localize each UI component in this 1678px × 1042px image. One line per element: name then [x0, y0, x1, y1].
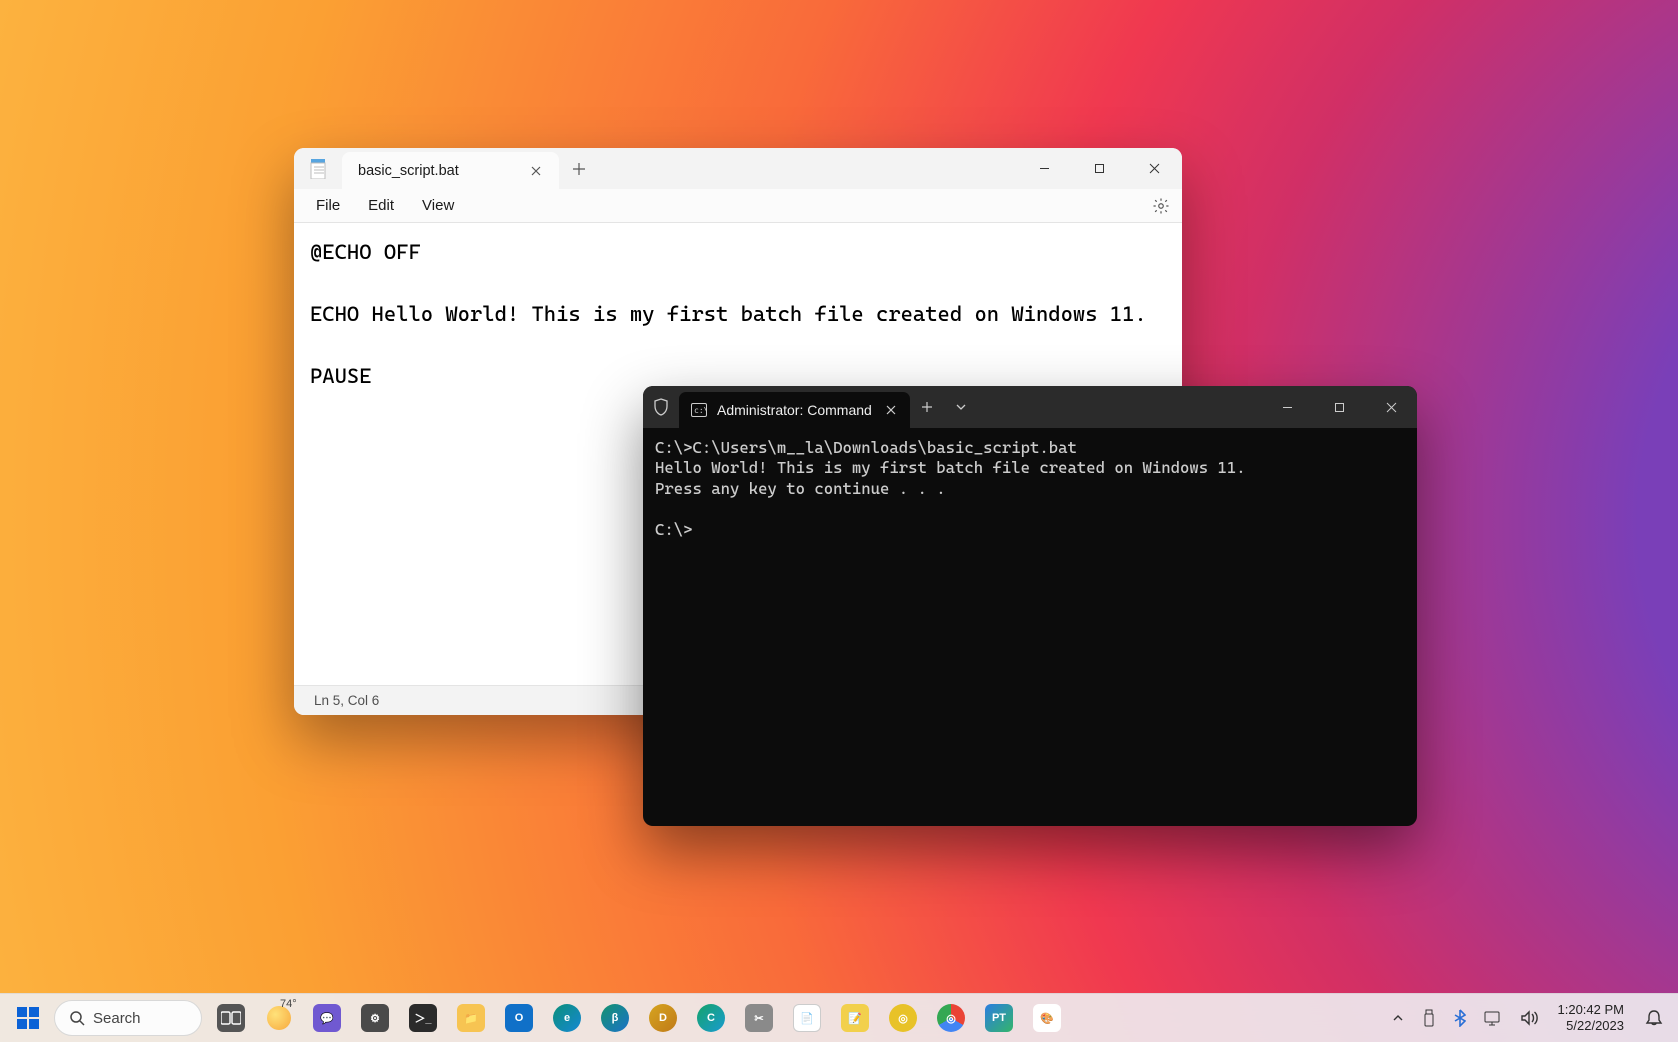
- taskbar: Search 74° 💬 ⚙ ＞_ 📁 O e β D C ✂ 📄 📝 ◎: [0, 993, 1678, 1042]
- taskbar-task-view[interactable]: [210, 997, 252, 1039]
- taskbar-app-edge-dev[interactable]: D: [642, 997, 684, 1039]
- terminal-output[interactable]: C:\>C:\Users\m__la\Downloads\basic_scrip…: [643, 428, 1417, 826]
- notepad-maximize-button[interactable]: [1072, 148, 1127, 189]
- tray-network-icon[interactable]: [1476, 998, 1510, 1038]
- taskbar-app-chrome-canary[interactable]: ◎: [882, 997, 924, 1039]
- notepad-tab-label: basic_script.bat: [358, 163, 459, 179]
- weather-temp: 74°: [280, 998, 297, 1010]
- terminal-titlebar[interactable]: c:\ Administrator: Command Pro: [643, 386, 1417, 428]
- terminal-tab-close-icon[interactable]: [882, 401, 900, 419]
- tray-usb-icon[interactable]: [1414, 998, 1444, 1038]
- taskbar-app-explorer[interactable]: 📁: [450, 997, 492, 1039]
- notepad-app-icon: [294, 148, 342, 189]
- tray-date: 5/22/2023: [1566, 1018, 1624, 1034]
- notepad-new-tab-button[interactable]: [559, 148, 599, 189]
- taskbar-app-sticky-notes[interactable]: 📝: [834, 997, 876, 1039]
- taskbar-pinned-apps: 74° 💬 ⚙ ＞_ 📁 O e β D C ✂ 📄 📝 ◎ ◎ PT 🎨: [210, 997, 1068, 1039]
- taskbar-app-settings[interactable]: ⚙: [354, 997, 396, 1039]
- tray-clock[interactable]: 1:20:42 PM 5/22/2023: [1548, 1002, 1635, 1034]
- tray-bluetooth-icon[interactable]: [1446, 998, 1474, 1038]
- notepad-tab[interactable]: basic_script.bat: [342, 152, 559, 189]
- taskbar-app-outlook[interactable]: O: [498, 997, 540, 1039]
- taskbar-app-notepad[interactable]: 📄: [786, 997, 828, 1039]
- taskbar-app-edge[interactable]: e: [546, 997, 588, 1039]
- tray-notifications-button[interactable]: [1636, 1009, 1672, 1027]
- taskbar-app-snipping[interactable]: ✂: [738, 997, 780, 1039]
- settings-icon[interactable]: [1150, 195, 1172, 217]
- notepad-cursor-position: Ln 5, Col 6: [314, 693, 379, 708]
- cmd-icon: c:\: [691, 402, 707, 418]
- terminal-close-button[interactable]: [1365, 386, 1417, 428]
- taskbar-app-edge-canary[interactable]: C: [690, 997, 732, 1039]
- system-tray: 1:20:42 PM 5/22/2023: [1384, 998, 1678, 1038]
- taskbar-app-edge-beta[interactable]: β: [594, 997, 636, 1039]
- terminal-tab-label: Administrator: Command Pro: [717, 402, 872, 418]
- desktop: basic_script.bat File Edit View @ECHO OF…: [0, 0, 1678, 1042]
- taskbar-app-chrome[interactable]: ◎: [930, 997, 972, 1039]
- taskbar-app-powertoys[interactable]: PT: [978, 997, 1020, 1039]
- notepad-tab-close-icon[interactable]: [527, 162, 545, 180]
- terminal-dropdown-button[interactable]: [944, 386, 978, 428]
- taskbar-app-chat[interactable]: 💬: [306, 997, 348, 1039]
- notepad-menubar: File Edit View: [294, 189, 1182, 223]
- notepad-titlebar[interactable]: basic_script.bat: [294, 148, 1182, 189]
- tray-overflow-button[interactable]: [1384, 998, 1412, 1038]
- taskbar-search-placeholder: Search: [93, 1010, 141, 1027]
- notepad-close-button[interactable]: [1127, 148, 1182, 189]
- search-icon: [69, 1010, 85, 1026]
- svg-text:c:\: c:\: [694, 406, 707, 415]
- menu-file[interactable]: File: [304, 193, 352, 218]
- taskbar-app-paint[interactable]: 🎨: [1026, 997, 1068, 1039]
- taskbar-app-terminal[interactable]: ＞_: [402, 997, 444, 1039]
- taskbar-weather[interactable]: 74°: [258, 997, 300, 1039]
- terminal-window: c:\ Administrator: Command Pro C:\>C:\Us…: [643, 386, 1417, 826]
- admin-shield-icon: [643, 386, 679, 428]
- tray-time: 1:20:42 PM: [1558, 1002, 1625, 1018]
- terminal-maximize-button[interactable]: [1313, 386, 1365, 428]
- tray-volume-icon[interactable]: [1512, 998, 1546, 1038]
- menu-view[interactable]: View: [410, 193, 466, 218]
- menu-edit[interactable]: Edit: [356, 193, 406, 218]
- start-button[interactable]: [8, 998, 48, 1038]
- taskbar-search[interactable]: Search: [54, 1000, 202, 1036]
- terminal-tab[interactable]: c:\ Administrator: Command Pro: [679, 392, 910, 428]
- notepad-minimize-button[interactable]: [1017, 148, 1072, 189]
- terminal-minimize-button[interactable]: [1261, 386, 1313, 428]
- terminal-new-tab-button[interactable]: [910, 386, 944, 428]
